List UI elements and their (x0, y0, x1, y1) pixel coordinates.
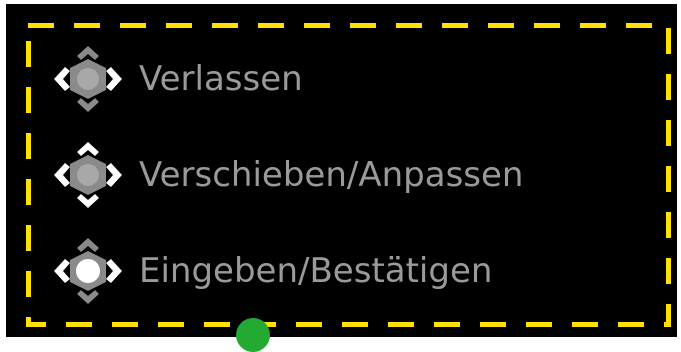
hint-label-confirm: Eingeben/Bestätigen (139, 251, 493, 291)
hint-row-exit: Verlassen (51, 44, 303, 114)
controls-hint-panel: Verlassen Verschieben/Anpassen Eingeben/… (6, 4, 677, 337)
hint-row-move-adjust: Verschieben/Anpassen (51, 140, 523, 210)
dpad-all-directions-icon (54, 142, 122, 208)
dpad-left-right-icon (54, 46, 122, 112)
hint-label-move-adjust: Verschieben/Anpassen (139, 155, 524, 195)
hint-row-confirm: Eingeben/Bestätigen (51, 236, 492, 306)
dpad-center-press-icon (54, 238, 122, 304)
cursor-indicator (236, 318, 270, 352)
hint-label-exit: Verlassen (139, 59, 303, 99)
